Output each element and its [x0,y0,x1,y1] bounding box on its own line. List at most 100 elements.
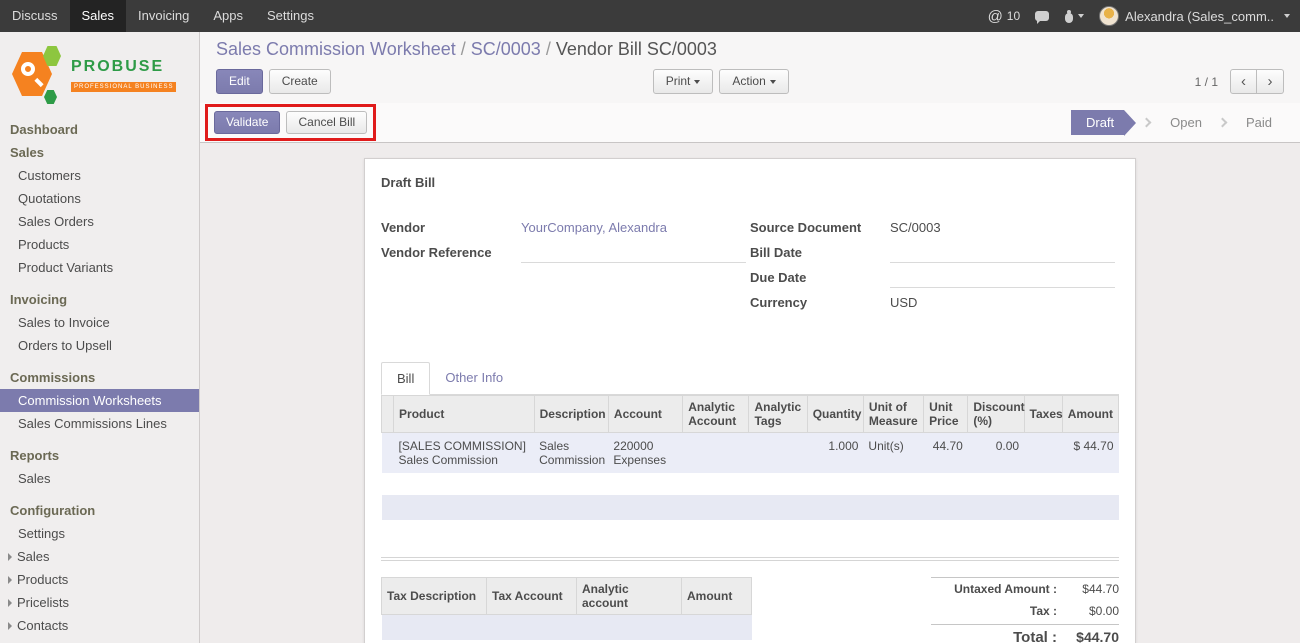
tax-value: $0.00 [1057,604,1119,618]
action-dropdown-button[interactable]: Action [719,69,788,94]
tax-header-row: Tax Description Tax Account Analytic acc… [382,578,752,615]
breadcrumb-sc0003-link[interactable]: SC/0003 [471,39,541,59]
invoice-lines-table: Product Description Account Analytic Acc… [381,395,1119,542]
sidebar-section-sales[interactable]: Sales [0,141,199,164]
systray: @ 10 Alexandra (Sales_comm.. [988,0,1300,32]
col-tax-description: Tax Description [382,578,487,615]
sidebar-item-commission-worksheets[interactable]: Commission Worksheets [0,389,199,412]
col-description: Description [534,396,608,433]
section-separator [381,557,1119,561]
pager-next-button[interactable]: › [1257,69,1284,94]
activities-menu[interactable] [1064,10,1084,23]
commission-line-row[interactable]: [SALES COMMISSION] Sales Commission Sale… [382,433,1119,474]
total-value: $44.70 [1057,629,1119,643]
probuse-logo-icon [12,46,64,104]
breadcrumb-separator: / [546,39,551,59]
menu-apps[interactable]: Apps [201,0,255,32]
vendor-label: Vendor [381,220,521,239]
breadcrumb-worksheet-link[interactable]: Sales Commission Worksheet [216,39,456,59]
at-icon: @ [988,8,1003,25]
sidebar-item-sales-to-invoice[interactable]: Sales to Invoice [0,311,199,334]
tab-bill[interactable]: Bill [381,362,430,395]
cell-unit-price: 44.70 [924,433,968,474]
user-menu[interactable]: Alexandra (Sales_comm.. [1099,6,1290,26]
cell-account: 220000 Expenses [608,433,682,474]
sidebar-item-orders-to-upsell[interactable]: Orders to Upsell [0,334,199,357]
sidebar-section-invoicing[interactable]: Invoicing [0,288,199,311]
main-content: Sales Commission Worksheet/SC/0003/Vendo… [200,32,1300,643]
sidebar-item-product-variants[interactable]: Product Variants [0,256,199,279]
cancel-bill-button[interactable]: Cancel Bill [286,111,367,134]
currency-label: Currency [750,295,890,314]
sidebar-item-sales-commissions-lines[interactable]: Sales Commissions Lines [0,412,199,435]
chevron-down-icon [770,80,776,84]
sidebar-item-reports-sales[interactable]: Sales [0,467,199,490]
menu-discuss[interactable]: Discuss [0,0,70,32]
sidebar-item-config-pricelists[interactable]: Pricelists [0,591,199,614]
menu-settings[interactable]: Settings [255,0,326,32]
bug-icon [1064,10,1074,23]
expand-caret-icon [8,576,12,584]
control-panel: Sales Commission Worksheet/SC/0003/Vendo… [200,32,1300,103]
sidebar-item-config-sales[interactable]: Sales [0,545,199,568]
bill-date-label: Bill Date [750,245,890,264]
sidebar-item-sales-orders[interactable]: Sales Orders [0,210,199,233]
state-open[interactable]: Open [1158,110,1214,135]
state-draft[interactable]: Draft [1071,110,1124,135]
sidebar-item-config-contacts[interactable]: Contacts [0,614,199,637]
menu-sales[interactable]: Sales [70,0,127,32]
statusbar: Validate Cancel Bill Draft Open Paid [200,103,1300,143]
expand-caret-icon [8,599,12,607]
chevron-down-icon [1284,14,1290,18]
breadcrumb-current: Vendor Bill SC/0003 [556,39,717,59]
untaxed-amount-label: Untaxed Amount : [931,582,1057,596]
state-paid[interactable]: Paid [1234,110,1284,135]
pager-previous-button[interactable]: ‹ [1230,69,1257,94]
sidebar-item-config-settings[interactable]: Settings [0,522,199,545]
validate-button[interactable]: Validate [214,111,280,134]
sidebar-item-quotations[interactable]: Quotations [0,187,199,210]
edit-button[interactable]: Edit [216,69,263,94]
sidebar-section-commissions[interactable]: Commissions [0,366,199,389]
vendor-bill-form-sheet: Draft Bill Vendor YourCompany, Alexandra… [364,158,1136,643]
sheet-title: Draft Bill [381,175,1119,190]
app-menus: Discuss Sales Invoicing Apps Settings [0,0,326,32]
sidebar-item-dashboard[interactable]: Dashboard [0,118,199,141]
sidebar-item-config-products[interactable]: Products [0,568,199,591]
col-analytic-account: Analytic Account [683,396,749,433]
col-tax-analytic-account: Analytic account [577,578,682,615]
due-date-value [890,270,1115,288]
messages-icon[interactable] [1035,11,1049,21]
due-date-label: Due Date [750,270,890,289]
lines-header-row: Product Description Account Analytic Acc… [382,396,1119,433]
sidebar-section-configuration[interactable]: Configuration [0,499,199,522]
cell-quantity: 1.000 [807,433,863,474]
mentions-indicator[interactable]: @ 10 [988,8,1021,25]
cell-analytic-tags [749,433,807,474]
cell-analytic-account [683,433,749,474]
status-pipeline: Draft Open Paid [1071,110,1284,135]
empty-row [382,520,1119,542]
vendor-value-link[interactable]: YourCompany, Alexandra [521,220,746,239]
chevron-down-icon [1078,14,1084,18]
vendor-reference-value [521,245,746,263]
empty-row [382,640,752,643]
tab-other-info[interactable]: Other Info [430,362,518,394]
app-logo[interactable]: PROBUSE PROFESSIONAL BUSINESS [0,32,199,118]
cell-discount: 0.00 [968,433,1024,474]
col-taxes: Taxes [1024,396,1062,433]
sidebar-section-reports[interactable]: Reports [0,444,199,467]
annotation-highlight-box: Validate Cancel Bill [205,104,376,141]
col-quantity: Quantity [807,396,863,433]
menu-invoicing[interactable]: Invoicing [126,0,201,32]
currency-value: USD [890,295,1115,314]
sidebar: PROBUSE PROFESSIONAL BUSINESS Dashboard … [0,32,200,643]
total-label: Total : [931,629,1057,643]
sidebar-item-customers[interactable]: Customers [0,164,199,187]
sidebar-item-products[interactable]: Products [0,233,199,256]
logo-text: PROBUSE PROFESSIONAL BUSINESS [71,58,176,92]
create-button[interactable]: Create [269,69,331,94]
print-dropdown-button[interactable]: Print [653,69,714,94]
cell-taxes [1024,433,1062,474]
sidebar-item-sales-teams[interactable]: Sales Teams [0,637,199,643]
